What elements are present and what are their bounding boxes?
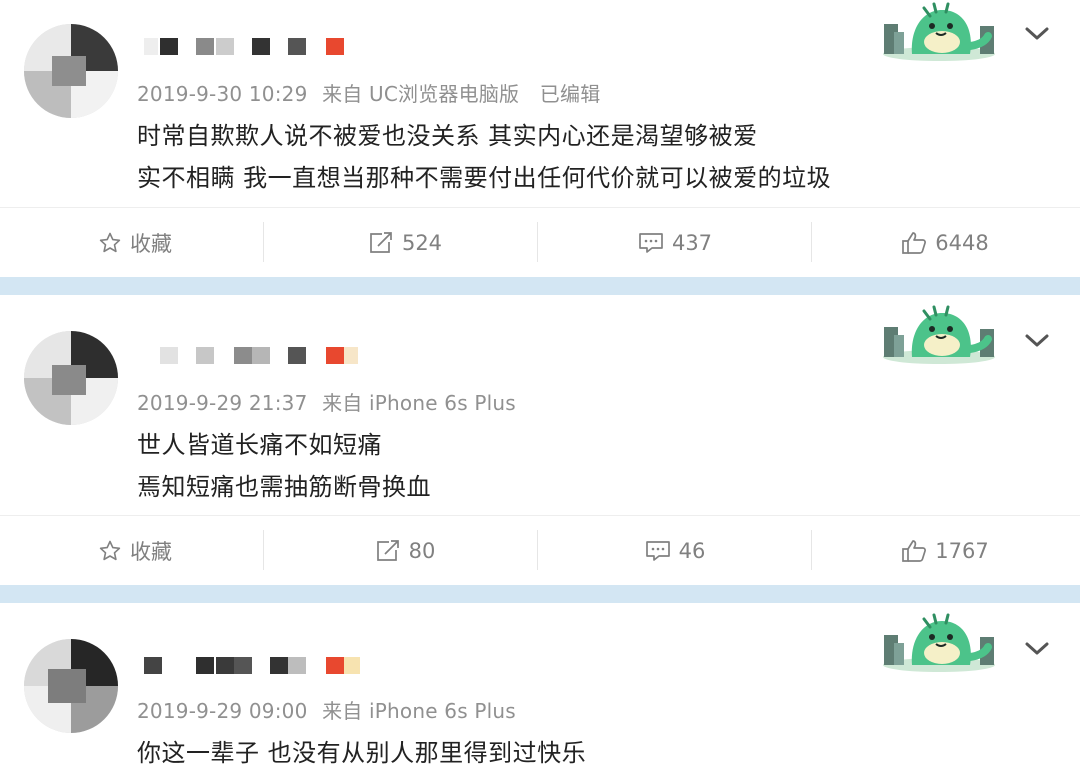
username-redacted[interactable] bbox=[138, 343, 378, 367]
green-dinosaur-badge-icon bbox=[883, 613, 995, 672]
post-meta: 2019-9-29 09:00 来自 iPhone 6s Plus bbox=[137, 695, 524, 724]
star-icon bbox=[99, 232, 121, 253]
star-icon bbox=[99, 540, 121, 561]
thumbs-up-icon bbox=[902, 232, 927, 254]
avatar[interactable] bbox=[24, 639, 118, 733]
post-meta: 2019-9-30 10:29 来自 UC浏览器电脑版 已编辑 bbox=[137, 78, 608, 107]
favorite-button[interactable]: 收藏 bbox=[0, 516, 270, 586]
post-card: 2019-9-29 21:37 来自 iPhone 6s Plus 世人皆道长痛… bbox=[0, 295, 1080, 585]
favorite-label: 收藏 bbox=[130, 232, 172, 256]
post-text-line: 世人皆道长痛不如短痛 bbox=[137, 431, 382, 459]
like-button[interactable]: 1767 bbox=[810, 516, 1080, 586]
source[interactable]: 来自 iPhone 6s Plus bbox=[322, 391, 516, 415]
weibo-comment-feed: 2019-9-30 10:29 来自 UC浏览器电脑版 已编辑 时常自欺欺人说不… bbox=[0, 0, 1080, 777]
post-card: 2019-9-29 09:00 来自 iPhone 6s Plus 你这一辈子 … bbox=[0, 603, 1080, 777]
repost-button[interactable]: 80 bbox=[270, 516, 540, 586]
username-redacted[interactable] bbox=[138, 653, 378, 677]
post-text-line: 焉知短痛也需抽筋断骨换血 bbox=[137, 473, 431, 501]
source[interactable]: 来自 UC浏览器电脑版 bbox=[322, 82, 519, 106]
divider bbox=[263, 222, 264, 262]
comment-icon bbox=[645, 541, 670, 561]
avatar[interactable] bbox=[24, 331, 118, 425]
chevron-down-icon[interactable] bbox=[1024, 26, 1050, 42]
thumbs-up-icon bbox=[902, 540, 927, 562]
green-dinosaur-badge-icon bbox=[883, 2, 995, 61]
action-bar: 收藏 80 46 1767 bbox=[0, 515, 1080, 586]
username-redacted[interactable] bbox=[138, 34, 378, 58]
favorite-label: 收藏 bbox=[130, 540, 172, 564]
comment-button[interactable]: 46 bbox=[540, 516, 810, 586]
post-text-line: 时常自欺欺人说不被爱也没关系 其实内心还是渴望够被爱 bbox=[137, 122, 758, 150]
repost-button[interactable]: 524 bbox=[270, 208, 540, 278]
divider bbox=[263, 530, 264, 570]
chevron-down-icon[interactable] bbox=[1024, 641, 1050, 657]
avatar[interactable] bbox=[24, 24, 118, 118]
timestamp: 2019-9-29 09:00 bbox=[137, 699, 308, 723]
post-separator bbox=[0, 585, 1080, 603]
post-text-line: 实不相瞒 我一直想当那种不需要付出任何代价就可以被爱的垃圾 bbox=[137, 164, 832, 192]
timestamp: 2019-9-30 10:29 bbox=[137, 82, 308, 106]
repost-icon bbox=[376, 540, 399, 561]
post-meta: 2019-9-29 21:37 来自 iPhone 6s Plus bbox=[137, 387, 524, 416]
timestamp: 2019-9-29 21:37 bbox=[137, 391, 308, 415]
divider bbox=[537, 222, 538, 262]
repost-count: 80 bbox=[408, 539, 436, 563]
post-separator bbox=[0, 277, 1080, 295]
divider bbox=[537, 530, 538, 570]
comment-count: 437 bbox=[671, 231, 713, 255]
post-text-line: 你这一辈子 也没有从别人那里得到过快乐 bbox=[137, 739, 587, 767]
like-count: 1767 bbox=[935, 539, 989, 563]
comment-button[interactable]: 437 bbox=[540, 208, 810, 278]
repost-icon bbox=[370, 232, 392, 253]
like-count: 6448 bbox=[935, 231, 989, 255]
edited-label: 已编辑 bbox=[539, 82, 601, 106]
like-button[interactable]: 6448 bbox=[810, 208, 1080, 278]
green-dinosaur-badge-icon bbox=[883, 305, 995, 364]
repost-count: 524 bbox=[401, 231, 443, 255]
post-card: 2019-9-30 10:29 来自 UC浏览器电脑版 已编辑 时常自欺欺人说不… bbox=[0, 0, 1080, 277]
comment-icon bbox=[639, 233, 663, 253]
source[interactable]: 来自 iPhone 6s Plus bbox=[322, 699, 516, 723]
comment-count: 46 bbox=[678, 539, 706, 563]
action-bar: 收藏 524 437 6448 bbox=[0, 207, 1080, 278]
favorite-button[interactable]: 收藏 bbox=[0, 208, 270, 278]
chevron-down-icon[interactable] bbox=[1024, 333, 1050, 349]
